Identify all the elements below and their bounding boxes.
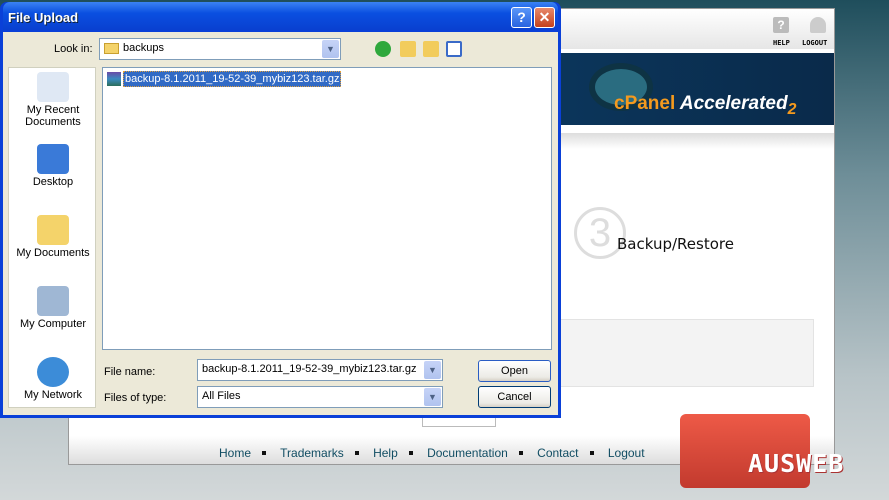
content-box xyxy=(559,319,814,387)
ausweb-watermark: AUSWEB xyxy=(748,449,845,478)
banner-text: cPanel Accelerated2 xyxy=(614,93,797,118)
file-name: backup-8.1.2011_19-52-39_mybiz123.tar.gz xyxy=(123,71,342,87)
places-bar: My Recent Documents Desktop My Documents… xyxy=(8,67,96,408)
logout-link[interactable]: LOGOUT xyxy=(802,39,827,47)
footer-documentation[interactable]: Documentation xyxy=(427,446,508,460)
cancel-button[interactable]: Cancel xyxy=(478,386,551,408)
place-my-computer[interactable]: My Computer xyxy=(9,286,97,330)
footer-help[interactable]: Help xyxy=(373,446,398,460)
place-recent[interactable]: My Recent Documents xyxy=(9,72,97,128)
section-title: Backup/Restore xyxy=(617,235,734,253)
file-name-label: File name: xyxy=(104,366,156,378)
archive-icon xyxy=(107,72,121,86)
file-item[interactable]: backup-8.1.2011_19-52-39_mybiz123.tar.gz xyxy=(107,71,342,87)
help-link[interactable]: HELP xyxy=(773,39,790,47)
footer-logout[interactable]: Logout xyxy=(608,446,645,460)
footer-trademarks[interactable]: Trademarks xyxy=(280,446,344,460)
help-icon[interactable]: ? xyxy=(773,17,789,33)
place-my-network[interactable]: My Network xyxy=(9,357,97,401)
place-desktop[interactable]: Desktop xyxy=(9,144,97,188)
chevron-down-icon[interactable]: ▼ xyxy=(322,40,339,58)
view-menu-icon[interactable] xyxy=(446,41,462,57)
footer-home[interactable]: Home xyxy=(219,446,251,460)
chevron-down-icon[interactable]: ▼ xyxy=(424,361,441,379)
close-button[interactable]: ✕ xyxy=(534,7,555,28)
dialog-body: Look in: backups ▼ My Recent Documents D… xyxy=(3,32,558,415)
file-name-input[interactable]: backup-8.1.2011_19-52-39_mybiz123.tar.gz… xyxy=(197,359,443,381)
look-in-select[interactable]: backups ▼ xyxy=(99,38,341,60)
help-button[interactable]: ? xyxy=(511,7,532,28)
place-my-documents[interactable]: My Documents xyxy=(9,215,97,259)
look-in-value: backups xyxy=(123,42,164,54)
dialog-title: File Upload xyxy=(8,10,79,25)
folder-icon xyxy=(104,42,119,54)
new-folder-icon[interactable] xyxy=(423,41,439,57)
back-icon[interactable] xyxy=(375,41,391,57)
open-button[interactable]: Open xyxy=(478,360,551,382)
chevron-down-icon[interactable]: ▼ xyxy=(424,388,441,406)
up-folder-icon[interactable] xyxy=(400,41,416,57)
file-list[interactable]: backup-8.1.2011_19-52-39_mybiz123.tar.gz xyxy=(102,67,552,350)
file-type-select[interactable]: All Files ▼ xyxy=(197,386,443,408)
file-type-label: Files of type: xyxy=(104,392,167,404)
look-in-label: Look in: xyxy=(54,43,93,55)
footer-contact[interactable]: Contact xyxy=(537,446,578,460)
logout-icon[interactable] xyxy=(810,17,826,33)
file-upload-dialog: File Upload ? ✕ Look in: backups ▼ My Re… xyxy=(0,2,561,418)
title-bar[interactable]: File Upload ? ✕ xyxy=(3,2,558,30)
